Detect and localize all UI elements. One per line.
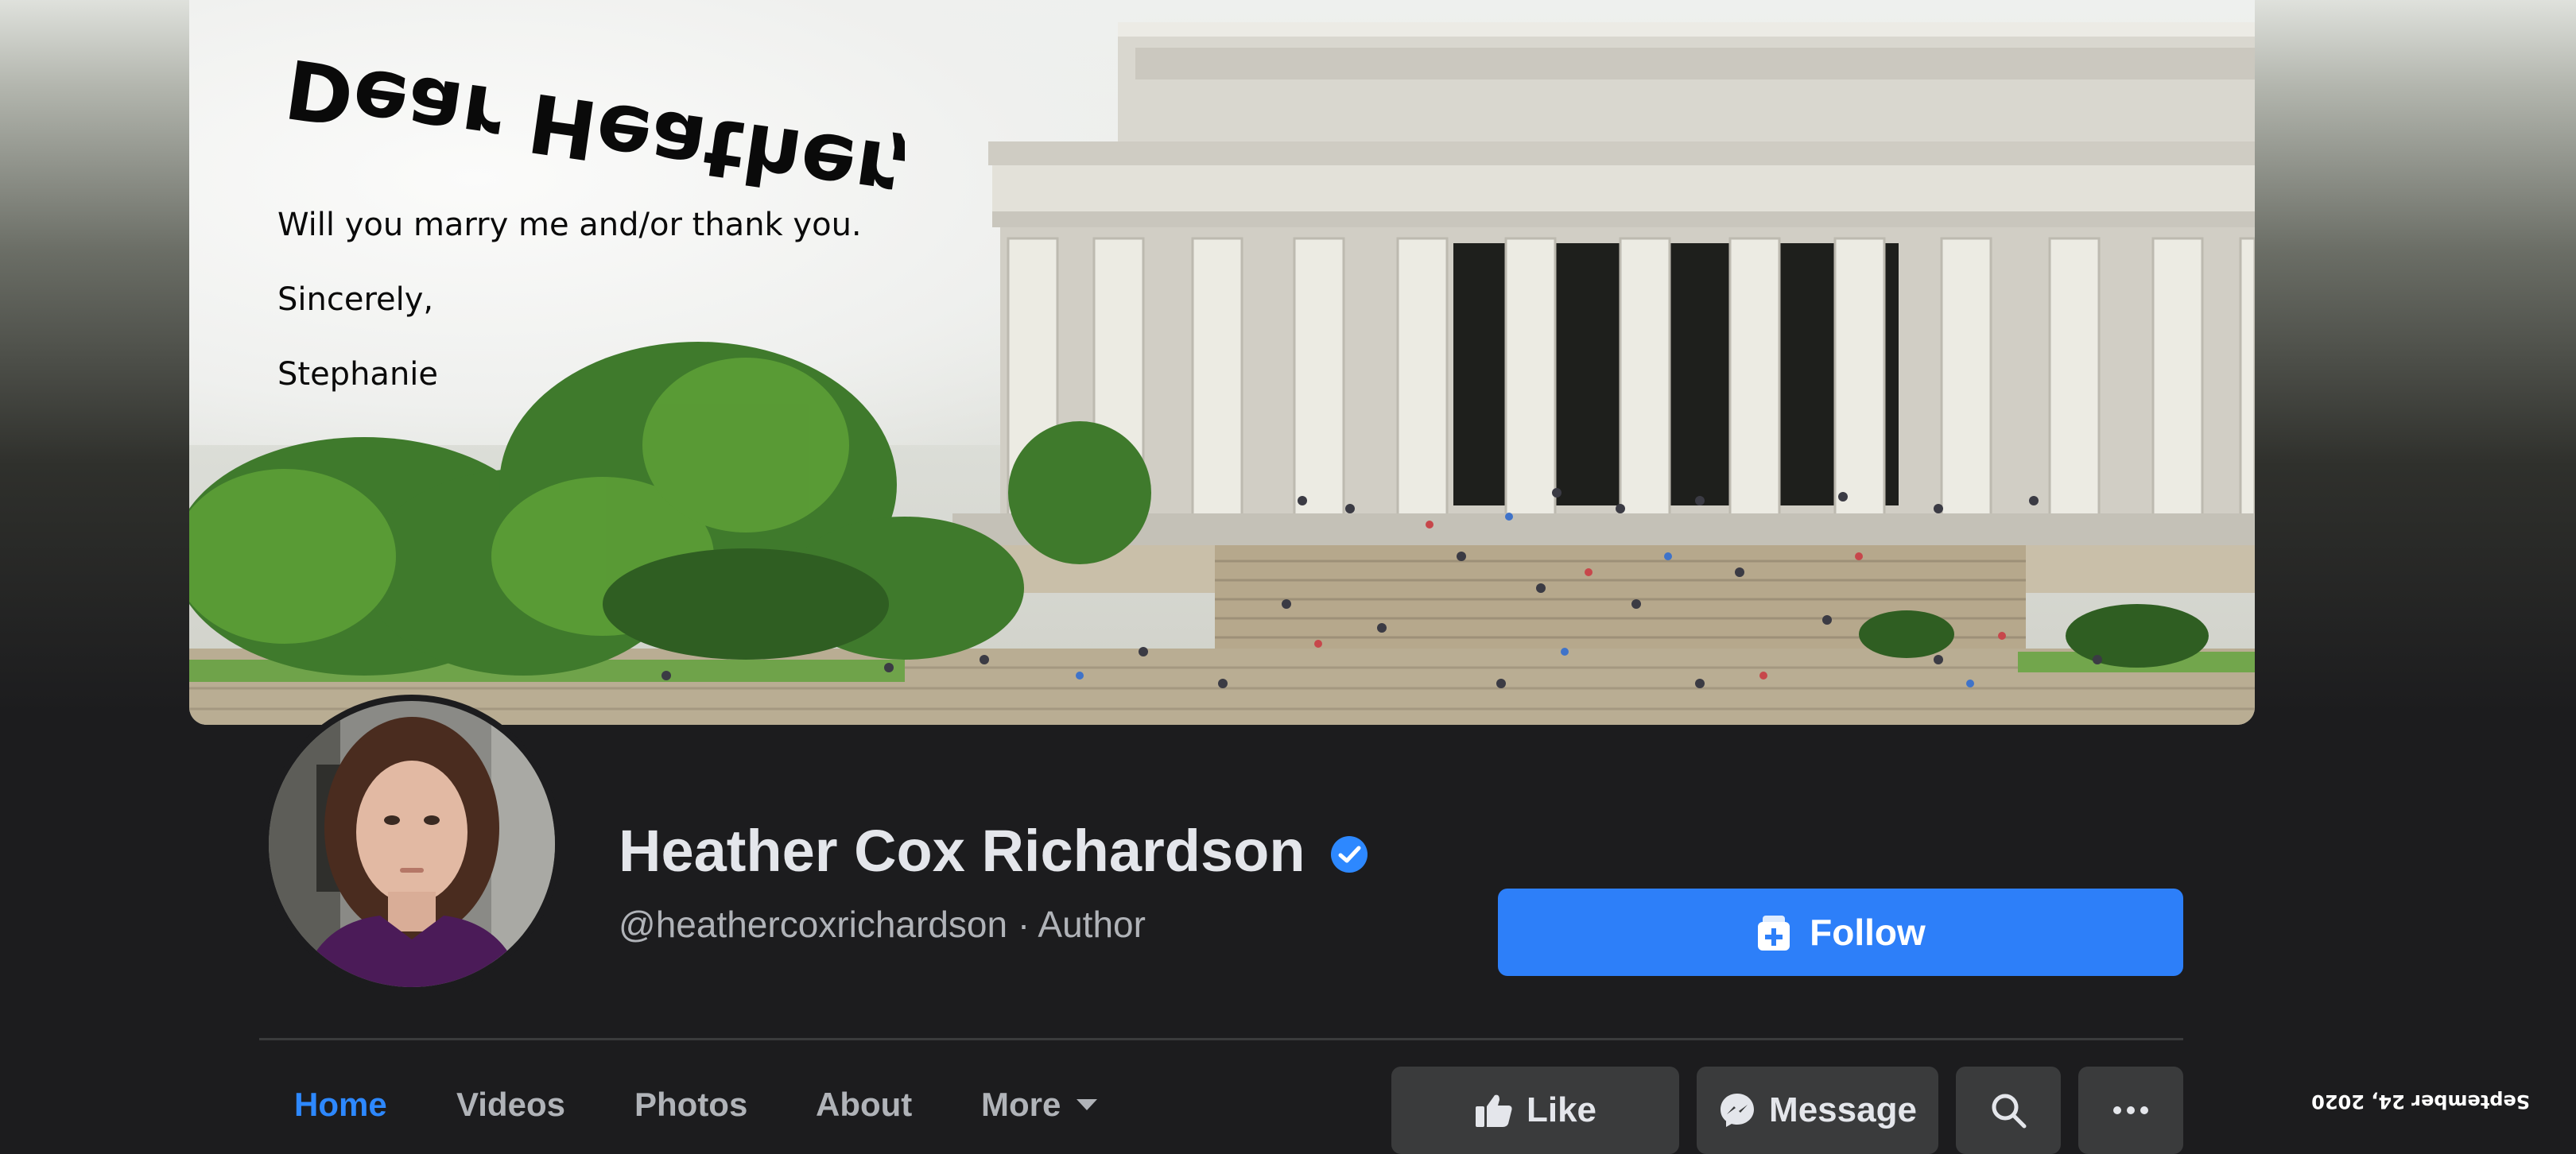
page-subtitle: @heathercoxrichardson · Author (619, 904, 1146, 945)
caret-down-icon (1077, 1099, 1098, 1110)
letter-line-1: Will you marry me and/or thank you. (277, 207, 862, 243)
verified-badge-icon (1331, 836, 1368, 873)
letter-line-2: Sincerely, (277, 281, 434, 318)
tab-more[interactable]: More (981, 1086, 1099, 1124)
tab-home[interactable]: Home (294, 1086, 387, 1124)
like-button-label: Like (1526, 1090, 1597, 1129)
search-button[interactable] (1956, 1067, 2061, 1154)
thumbs-up-icon (1475, 1094, 1512, 1127)
tab-more-label: More (981, 1086, 1061, 1123)
letter-heading: Dear Heather, (285, 40, 905, 191)
profile-avatar[interactable] (262, 695, 561, 993)
avatar-portrait (269, 701, 555, 987)
ellipsis-icon (2113, 1106, 2148, 1114)
messenger-icon (1721, 1094, 1755, 1127)
like-button[interactable]: Like (1391, 1067, 1679, 1154)
tab-videos[interactable]: Videos (456, 1086, 565, 1124)
more-options-button[interactable] (2078, 1067, 2183, 1154)
message-button[interactable]: Message (1697, 1067, 1938, 1154)
follow-button-label: Follow (1810, 912, 1926, 953)
page-title: Heather Cox Richardson (619, 818, 1305, 884)
search-icon (1992, 1094, 2027, 1129)
profile-divider (259, 1038, 2183, 1040)
follow-button[interactable]: Follow (1498, 889, 2183, 976)
tab-about[interactable]: About (816, 1086, 912, 1124)
date-stamp: September 24, 2020 (2311, 1090, 2530, 1113)
message-button-label: Message (1769, 1090, 1917, 1129)
follow-page-icon (1758, 916, 1790, 951)
letter-heading-text: Dear Heather, (285, 40, 905, 191)
letter-line-3: Stephanie (277, 356, 439, 393)
cover-photo[interactable]: Dear Heather, Will you marry me and/or t… (189, 0, 2255, 725)
tab-photos[interactable]: Photos (634, 1086, 747, 1124)
